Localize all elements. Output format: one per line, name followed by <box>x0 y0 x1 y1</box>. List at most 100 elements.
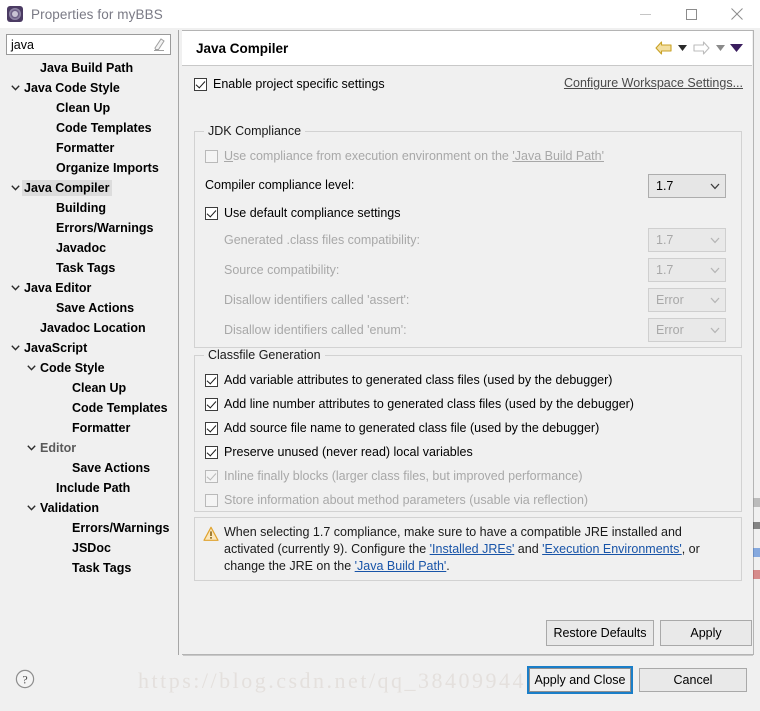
page-menu-chevron-down-filled-icon[interactable] <box>728 35 744 61</box>
enable-project-specific-settings-checkbox[interactable] <box>194 77 207 91</box>
classfile-option-row[interactable]: Inline finally blocks (larger class file… <box>205 466 582 486</box>
use-execution-environment-checkbox[interactable] <box>205 149 218 163</box>
sidebar-item-label: Errors/Warnings <box>72 521 170 535</box>
minimize-button[interactable] <box>622 0 668 28</box>
help-question-icon[interactable]: ? <box>14 668 36 690</box>
sidebar-item-label: Include Path <box>56 481 131 495</box>
sidebar-item-label: Task Tags <box>72 561 132 575</box>
sidebar-item-formatter[interactable]: Formatter <box>0 418 179 438</box>
disallow-assert-select[interactable]: Error <box>648 288 726 312</box>
compiler-compliance-level-select[interactable]: 1.7 <box>648 174 726 198</box>
chevron-down-icon[interactable] <box>8 278 22 298</box>
sidebar-item-errors-warnings[interactable]: Errors/Warnings <box>0 218 179 238</box>
sidebar-item-include-path[interactable]: Include Path <box>0 478 179 498</box>
sidebar-item-organize-imports[interactable]: Organize Imports <box>0 158 179 178</box>
filter-input[interactable]: java <box>6 34 171 55</box>
sidebar-item-clean-up[interactable]: Clean Up <box>0 98 179 118</box>
chevron-down-icon[interactable] <box>8 78 22 98</box>
sidebar-item-label: Errors/Warnings <box>56 221 154 235</box>
forward-history-chevron-down-icon[interactable] <box>712 35 728 61</box>
settings-page: Java Compiler Enable project specific se… <box>182 30 754 655</box>
classfile-option-checkbox[interactable] <box>205 421 218 435</box>
sidebar-item-javascript[interactable]: JavaScript <box>0 338 179 358</box>
sidebar-item-building[interactable]: Building <box>0 198 179 218</box>
sidebar-item-save-actions[interactable]: Save Actions <box>0 298 179 318</box>
sidebar-item-java-compiler[interactable]: Java Compiler <box>0 178 179 198</box>
sidebar-item-label: Javadoc Location <box>40 321 146 335</box>
chevron-down-icon[interactable] <box>24 358 38 378</box>
chevron-down-icon[interactable] <box>8 178 22 198</box>
classfile-option-checkbox[interactable] <box>205 373 218 387</box>
execution-environments-link[interactable]: 'Execution Environments' <box>542 542 682 556</box>
sidebar-item-label: Clean Up <box>56 101 111 115</box>
sidebar-item-javadoc-location[interactable]: Javadoc Location <box>0 318 179 338</box>
sidebar-item-editor[interactable]: Editor <box>0 438 179 458</box>
classfile-option-label: Inline finally blocks (larger class file… <box>224 469 583 483</box>
sidebar-item-task-tags[interactable]: Task Tags <box>0 558 179 578</box>
classfile-option-checkbox[interactable] <box>205 469 218 483</box>
sidebar-item-java-editor[interactable]: Java Editor <box>0 278 179 298</box>
classfile-option-row[interactable]: Add variable attributes to generated cla… <box>205 370 612 390</box>
settings-tree[interactable]: Java Build Path Java Code Style Clean Up Co… <box>0 58 179 658</box>
classfile-option-row[interactable]: Add line number attributes to generated … <box>205 394 634 414</box>
page-title: Java Compiler <box>196 40 289 56</box>
classfile-option-row[interactable]: Add source file name to generated class … <box>205 418 599 438</box>
sidebar-item-label: Formatter <box>72 421 131 435</box>
sidebar-item-code-templates[interactable]: Code Templates <box>0 398 179 418</box>
sidebar-item-jsdoc[interactable]: JSDoc <box>0 538 179 558</box>
sidebar-item-save-actions[interactable]: Save Actions <box>0 458 179 478</box>
classfile-option-checkbox[interactable] <box>205 397 218 411</box>
back-arrow-icon[interactable] <box>652 35 674 61</box>
sidebar-item-validation[interactable]: Validation <box>0 498 179 518</box>
sidebar-item-task-tags[interactable]: Task Tags <box>0 258 179 278</box>
forward-arrow-icon[interactable] <box>690 35 712 61</box>
classfile-option-row[interactable]: Store information about method parameter… <box>205 490 588 510</box>
sidebar-item-java-code-style[interactable]: Java Code Style <box>0 78 179 98</box>
classfile-option-row[interactable]: Preserve unused (never read) local varia… <box>205 442 473 462</box>
use-execution-environment-row[interactable]: Use compliance from execution environmen… <box>205 146 604 166</box>
maximize-button[interactable] <box>668 0 714 28</box>
close-button[interactable] <box>714 0 760 28</box>
java-build-path-link[interactable]: 'Java Build Path' <box>512 149 604 163</box>
sidebar-item-formatter[interactable]: Formatter <box>0 138 179 158</box>
compiler-compliance-level-value: 1.7 <box>656 178 674 193</box>
sidebar-item-errors-warnings[interactable]: Errors/Warnings <box>0 518 179 538</box>
sidebar-item-java-build-path[interactable]: Java Build Path <box>0 58 179 78</box>
sidebar-item-clean-up[interactable]: Clean Up <box>0 378 179 398</box>
source-compat-row: Source compatibility: <box>205 260 339 280</box>
installed-jres-link[interactable]: 'Installed JREs' <box>430 542 515 556</box>
chevron-down-icon[interactable] <box>24 498 38 518</box>
window-title: Properties for myBBS <box>31 6 163 22</box>
source-compat-label: Source compatibility: <box>224 263 340 277</box>
chevron-down-icon[interactable] <box>8 338 22 358</box>
apply-and-close-button[interactable]: Apply and Close <box>529 668 631 692</box>
restore-defaults-button[interactable]: Restore Defaults <box>546 620 654 646</box>
disallow-assert-row: Disallow identifiers called 'assert': <box>205 290 409 310</box>
sidebar-item-label: Java Editor <box>24 281 92 295</box>
clear-filter-icon[interactable] <box>151 37 167 52</box>
classfile-option-checkbox[interactable] <box>205 493 218 507</box>
use-default-compliance-row[interactable]: Use default compliance settings <box>205 203 400 223</box>
jdk-compliance-group-title: JDK Compliance <box>204 124 306 138</box>
disallow-enum-select[interactable]: Error <box>648 318 726 342</box>
jdk-compliance-group: JDK Compliance Use compliance from execu… <box>194 124 742 348</box>
cancel-button[interactable]: Cancel <box>639 668 747 692</box>
generated-class-compat-select[interactable]: 1.7 <box>648 228 726 252</box>
back-history-chevron-down-icon[interactable] <box>674 35 690 61</box>
window-controls <box>622 0 760 28</box>
source-compat-select[interactable]: 1.7 <box>648 258 726 282</box>
use-default-compliance-checkbox[interactable] <box>205 206 218 220</box>
sidebar-item-label: Java Code Style <box>24 81 120 95</box>
java-build-path-warning-link[interactable]: 'Java Build Path' <box>355 559 447 573</box>
chevron-down-icon[interactable] <box>24 438 38 458</box>
classfile-option-label: Add source file name to generated class … <box>224 421 600 435</box>
classfile-option-checkbox[interactable] <box>205 445 218 459</box>
sidebar-item-code-style[interactable]: Code Style <box>0 358 179 378</box>
configure-workspace-settings-link[interactable]: Configure Workspace Settings... <box>564 76 743 90</box>
sidebar-item-javadoc[interactable]: Javadoc <box>0 238 179 258</box>
apply-button[interactable]: Apply <box>660 620 752 646</box>
sidebar-item-code-templates[interactable]: Code Templates <box>0 118 179 138</box>
